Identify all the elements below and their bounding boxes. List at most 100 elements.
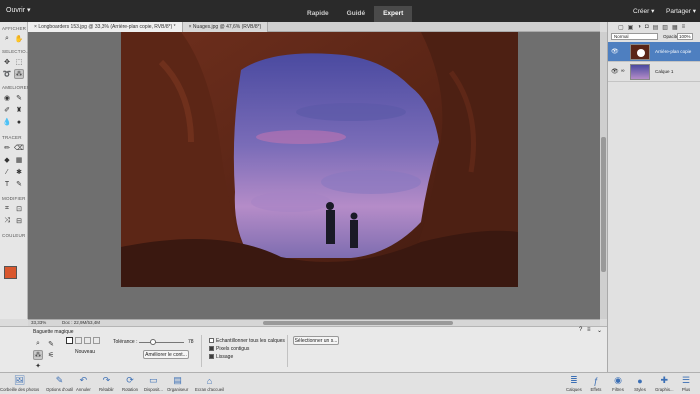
tolerance-slider-knob[interactable] [149, 339, 156, 345]
eraser-tool-icon[interactable]: ⌫ [14, 143, 24, 153]
tab-quick[interactable]: Rapide [298, 6, 338, 22]
eye-icon[interactable]: 👁 [611, 48, 619, 55]
pencil-tool-icon[interactable]: ✎ [14, 179, 24, 189]
share-menu-button[interactable]: Partager ▾ [666, 7, 696, 15]
eyedropper-tool-icon[interactable]: ⁄ [2, 167, 12, 177]
rotate-button[interactable]: ⟳ Rotation [122, 375, 138, 392]
collapse-icon[interactable]: ⌄ [597, 327, 602, 334]
layer-thumbnail [630, 44, 650, 60]
delete-layer-icon[interactable]: ▦ [672, 24, 678, 31]
vertical-scroll-thumb[interactable] [601, 137, 606, 272]
doc-tab-longboarders[interactable]: × Longboarders 153.jpg @ 33,3% (Arrière-… [28, 22, 183, 32]
layer-row[interactable]: 👁 Arrière-plan copie [608, 42, 700, 62]
menu-icon[interactable]: ≡ [587, 327, 591, 333]
layers-icon: ≣ [570, 375, 578, 385]
intersect-selection-icon[interactable] [93, 337, 100, 344]
layer-thumb-sky [637, 49, 645, 57]
bottom-button-label: Filtres [612, 387, 624, 392]
photo-bin-icon: 🖼 [13, 375, 26, 385]
link-icon[interactable]: ∞ [621, 68, 625, 74]
panel-menu-icon[interactable]: ≡ [682, 24, 686, 31]
quick-selection-icon[interactable]: ⌕ [33, 339, 43, 349]
contiguous-checkbox[interactable] [209, 346, 214, 351]
clone-stamp-tool-icon[interactable]: ♜ [14, 105, 24, 115]
color-swatches[interactable] [4, 266, 24, 286]
graphics-button[interactable]: ✚ Graphis... [655, 375, 674, 392]
open-menu-button[interactable]: Ouvrir ▾ [6, 6, 31, 14]
doc-tab-nuages[interactable]: × Nuages.jpg @ 47,6% (RVB/8*) [182, 22, 269, 32]
refine-brush-icon[interactable]: ✦ [33, 361, 43, 371]
move-tool-icon[interactable]: ✥ [2, 57, 12, 67]
auto-selection-icon[interactable]: ⚟ [46, 350, 56, 360]
effects-button[interactable]: ƒ Effets [590, 375, 602, 393]
layout-button[interactable]: ▭ Disposit... [144, 375, 163, 392]
opacity-input[interactable]: 100% [677, 33, 693, 40]
new-selection-icon[interactable] [66, 337, 73, 344]
layer-row[interactable]: 👁 ∞ Calque 1 [608, 62, 700, 82]
create-menu-button[interactable]: Créer ▾ [633, 7, 654, 15]
magic-wand-icon[interactable]: ⁂ [33, 350, 43, 360]
recompose-tool-icon[interactable]: ⊡ [14, 204, 24, 214]
zoom-readout[interactable]: 33,33% [31, 320, 46, 325]
styles-button[interactable]: ● Styles [634, 375, 646, 393]
horizontal-scroll-thumb[interactable] [263, 321, 453, 325]
sponge-tool-icon[interactable]: ● [14, 117, 24, 127]
lock-all-icon[interactable]: ▥ [662, 24, 668, 31]
crop-tool-icon[interactable]: ⌗ [2, 204, 12, 214]
chevron-down-icon: ▾ [692, 8, 697, 15]
sample-all-layers-checkbox[interactable] [209, 338, 214, 343]
tool-options-panel: Baguette magique ⌕ ✎ ⁂ ⚟ ✦ Nouveau Tolér… [0, 326, 607, 372]
marquee-tool-icon[interactable]: ⬚ [14, 57, 24, 67]
add-selection-icon[interactable] [75, 337, 82, 344]
hand-tool-icon[interactable]: ✋ [14, 34, 24, 44]
bottom-button-label: Styles [634, 387, 646, 392]
tool-options-button[interactable]: ✎ Options d'outil [46, 375, 73, 392]
brush-tool-icon[interactable]: ✏ [2, 143, 12, 153]
eye-icon[interactable]: 👁 [611, 68, 619, 75]
redo-button[interactable]: ↷ Rétablir [99, 375, 114, 392]
type-tool-icon[interactable]: T [2, 179, 12, 189]
layer-thumbnail [630, 64, 650, 80]
tolerance-value[interactable]: 78 [188, 339, 194, 345]
status-bar: 33,33% Doc : 22,9M/53,4M [28, 319, 600, 326]
undo-button[interactable]: ↶ Annuler [76, 375, 91, 392]
zoom-tool-icon[interactable]: ⌕ [2, 34, 12, 44]
sample-all-layers-label: Echantillonner tous les calques [216, 338, 285, 344]
help-icon[interactable]: ? [579, 327, 582, 333]
photo-bin-button[interactable]: 🖼 Corbeille des photos [0, 375, 39, 392]
straighten-tool-icon[interactable]: ⊟ [14, 216, 24, 226]
content-move-tool-icon[interactable]: ⤨ [2, 216, 12, 226]
home-button[interactable]: ⌂ Ecran d'accueil [195, 375, 224, 393]
antialias-checkbox[interactable] [209, 354, 214, 359]
filters-button[interactable]: ◉ Filtres [612, 375, 624, 392]
paint-bucket-tool-icon[interactable]: ◆ [2, 155, 12, 165]
eye-tool-icon[interactable]: ◉ [2, 93, 12, 103]
tolerance-slider[interactable] [139, 342, 184, 343]
smart-brush-tool-icon[interactable]: ✐ [2, 105, 12, 115]
vertical-scrollbar[interactable] [600, 32, 607, 319]
gradient-tool-icon[interactable]: ▦ [14, 155, 24, 165]
blur-tool-icon[interactable]: 💧 [2, 117, 12, 127]
photo-canvas[interactable] [121, 32, 518, 287]
new-group-icon[interactable]: ▣ [628, 24, 634, 31]
tab-guided[interactable]: Guidé [338, 6, 374, 22]
foreground-color-swatch[interactable] [4, 266, 17, 279]
custom-shape-tool-icon[interactable]: ✱ [14, 167, 24, 177]
selection-brush-icon[interactable]: ✎ [46, 339, 56, 349]
layers-button[interactable]: ≣ Calques [566, 375, 582, 392]
mask-icon[interactable]: ◘ [645, 24, 649, 31]
spot-heal-tool-icon[interactable]: ✎ [14, 93, 24, 103]
lasso-tool-icon[interactable]: ➰ [2, 69, 12, 79]
tab-expert[interactable]: Expert [374, 6, 413, 22]
adjustment-layer-icon[interactable]: ◑ [637, 24, 641, 31]
styles-icon: ● [637, 375, 643, 386]
magic-wand-tool-icon[interactable]: ⁂ [14, 69, 24, 79]
refine-edge-button[interactable]: Améliorer le cont... [143, 350, 189, 359]
select-subject-button[interactable]: Sélectionner un s... [293, 336, 339, 345]
lock-icon[interactable]: ▤ [653, 24, 659, 31]
blend-mode-select[interactable]: Normal [611, 33, 658, 40]
subtract-selection-icon[interactable] [84, 337, 91, 344]
more-button[interactable]: ☰ Plus [680, 375, 692, 392]
new-layer-icon[interactable]: ▢ [618, 24, 624, 31]
organizer-button[interactable]: ▤ Organiseur [167, 375, 188, 392]
